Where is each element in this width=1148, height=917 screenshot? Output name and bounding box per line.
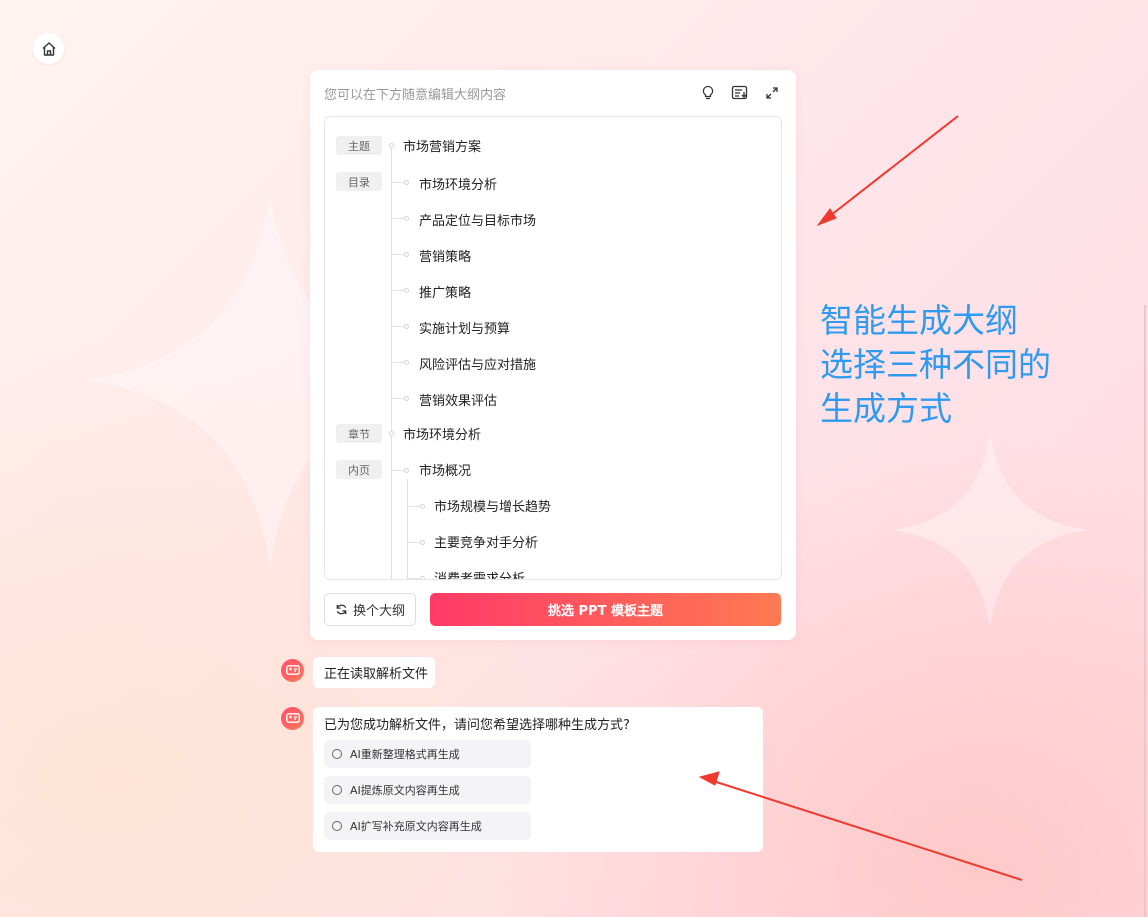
arrow-to-options [698,771,1023,881]
annotation-arrows [698,115,1023,881]
arrow-to-outline [816,115,959,227]
